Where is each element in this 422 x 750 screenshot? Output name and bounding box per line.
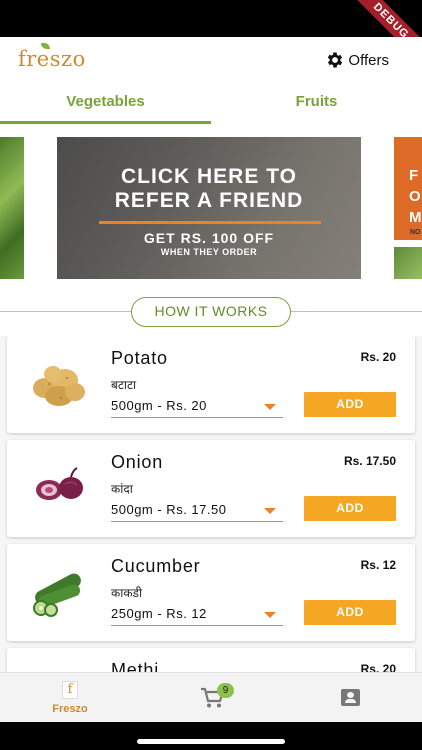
quantity-select-value: 500gm - Rs. 17.50 <box>111 502 227 517</box>
product-price: Rs. 20 <box>360 662 396 672</box>
chevron-down-icon <box>264 404 276 410</box>
product-card-potato: Potato बटाटा 500gm - Rs. 20 Rs. 20 ADD <box>7 336 415 433</box>
refer-friend-banner[interactable]: CLICK HERE TO REFER A FRIEND GET RS. 100… <box>57 137 361 279</box>
banner-title-line1: CLICK HERE TO <box>121 165 297 188</box>
product-local-name: बटाटा <box>111 378 137 392</box>
gear-icon <box>328 52 343 68</box>
product-list[interactable]: Potato बटाटा 500gm - Rs. 20 Rs. 20 ADD O… <box>0 336 422 672</box>
quantity-select-value: 250gm - Rs. 12 <box>111 606 207 621</box>
home-indicator[interactable] <box>137 739 285 744</box>
potato-icon <box>33 366 85 406</box>
tab-fruits[interactable]: Fruits <box>211 83 422 124</box>
product-price: Rs. 20 <box>360 350 396 364</box>
logo-text: freszo <box>18 47 86 71</box>
how-it-works-section: HOW IT WORKS <box>0 288 422 336</box>
freszo-home-icon: f <box>62 681 78 699</box>
add-button[interactable]: ADD <box>304 496 396 521</box>
cucumber-icon <box>33 573 81 617</box>
nav-freszo-home[interactable]: f Freszo <box>40 681 100 721</box>
app-header: freszo Offers <box>0 37 422 83</box>
previous-banner-slide[interactable] <box>0 137 24 279</box>
quantity-select[interactable]: 250gm - Rs. 12 <box>111 604 283 626</box>
nav-home-label: Freszo <box>52 703 88 715</box>
next-banner-image <box>394 247 422 279</box>
cart-count-badge: 9 <box>217 683 234 698</box>
status-bar: ▲ DEBUG <box>0 0 422 74</box>
banner-divider <box>99 221 321 224</box>
product-name: Potato <box>111 348 168 368</box>
tab-vegetables[interactable]: Vegetables <box>0 83 211 124</box>
product-card-cucumber: Cucumber काकडी 250gm - Rs. 12 Rs. 12 ADD <box>7 544 415 641</box>
quantity-select[interactable]: 500gm - Rs. 17.50 <box>111 500 283 522</box>
category-tabs: Vegetables Fruits <box>0 83 422 124</box>
home-indicator-area <box>0 722 422 750</box>
banner-title-line2: REFER A FRIEND <box>114 189 304 212</box>
product-local-name: कांदा <box>111 482 133 496</box>
bottom-navigation: f Freszo 9 <box>0 672 422 722</box>
chevron-down-icon <box>264 508 276 514</box>
product-price: Rs. 12 <box>360 558 396 572</box>
next-banner-text: F O M <box>409 167 422 226</box>
next-banner-slide[interactable]: F O M NO <box>394 137 422 279</box>
product-name: Onion <box>111 452 164 472</box>
product-name: Cucumber <box>111 556 201 576</box>
banner-offer-text: GET RS. 100 OFF <box>143 230 275 246</box>
how-it-works-button[interactable]: HOW IT WORKS <box>131 297 291 327</box>
product-name: Methi <box>111 660 160 672</box>
add-button[interactable]: ADD <box>304 392 396 417</box>
offers-button[interactable]: Offers <box>325 50 389 70</box>
add-button[interactable]: ADD <box>304 600 396 625</box>
app-screen: ▲ DEBUG freszo Offers Vegetables Fruits … <box>0 0 422 750</box>
quantity-select[interactable]: 500gm - Rs. 20 <box>111 396 283 418</box>
onion-icon <box>36 467 83 500</box>
banner-carousel[interactable]: CLICK HERE TO REFER A FRIEND GET RS. 100… <box>0 124 422 288</box>
product-local-name: काकडी <box>111 586 143 600</box>
product-price: Rs. 17.50 <box>343 454 396 468</box>
profile-icon[interactable] <box>341 689 360 706</box>
banner-offer-subtext: WHEN THEY ORDER <box>160 247 258 257</box>
chevron-down-icon <box>264 612 276 618</box>
product-card-methi: Methi Rs. 20 <box>7 648 415 672</box>
product-card-onion: Onion कांदा 500gm - Rs. 17.50 Rs. 17.50 … <box>7 440 415 537</box>
next-banner-small-text: NO <box>410 229 421 236</box>
quantity-select-value: 500gm - Rs. 20 <box>111 398 207 413</box>
offers-label: Offers <box>348 51 389 69</box>
freszo-logo[interactable]: freszo <box>18 43 86 71</box>
